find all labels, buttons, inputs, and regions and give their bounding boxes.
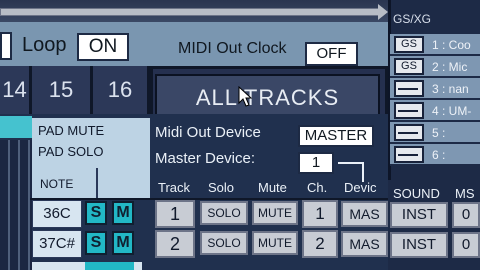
pad-divider: [96, 168, 98, 198]
mute-pad-button[interactable]: M: [112, 201, 134, 225]
dash-icon: [398, 110, 418, 112]
master-device-label: Master Device:: [155, 150, 256, 167]
gs-button[interactable]: GS: [394, 36, 424, 53]
pad-mute-label: PAD MUTE: [38, 123, 105, 138]
column-header-track: Track: [158, 180, 191, 195]
dash-icon: [398, 154, 418, 156]
gsxg-device-label: 3 : nan: [432, 82, 469, 96]
column-header-device: Devic: [344, 180, 377, 195]
midi-out-clock-label: MIDI Out Clock: [178, 40, 287, 57]
track-mute-button[interactable]: MUTE: [252, 201, 298, 225]
solo-pad-button[interactable]: S: [85, 201, 107, 225]
mute-pad-button[interactable]: M: [112, 231, 134, 255]
midi-out-device-label: Midi Out Device: [155, 124, 261, 141]
all-tracks-button[interactable]: ALL TRACKS: [155, 74, 380, 118]
note-cell[interactable]: 37C#: [32, 230, 82, 258]
song-position-bar[interactable]: [0, 8, 380, 16]
track-device-cell[interactable]: MAS: [341, 231, 388, 257]
midi-out-device-select[interactable]: MASTER: [298, 125, 374, 147]
device-connector-line: [338, 162, 364, 182]
gsxg-title: GS/XG: [393, 12, 432, 26]
track-mute-button[interactable]: MUTE: [252, 231, 298, 255]
gsxg-device-label: 6 :: [432, 148, 446, 162]
column-header-sound: SOUND: [393, 186, 440, 201]
track-number-16[interactable]: 16: [93, 66, 150, 114]
dash-icon: [398, 88, 418, 90]
master-device-select[interactable]: 1: [298, 152, 334, 174]
track-device-cell[interactable]: MAS: [341, 201, 388, 227]
column-header-ms: MS: [455, 186, 475, 201]
gsxg-device-label: 1 : Coo: [432, 38, 471, 52]
midi-out-clock-toggle[interactable]: OFF: [305, 42, 358, 66]
teal-indicator: [0, 116, 32, 138]
gs-button[interactable]: GS: [394, 58, 424, 75]
track-channel-cell[interactable]: 1: [302, 200, 338, 228]
sound-inst-cell[interactable]: INST: [390, 202, 448, 228]
loop-left-box[interactable]: [0, 32, 12, 60]
column-header-solo: Solo: [208, 180, 235, 195]
pad-solo-label: PAD SOLO: [38, 144, 104, 159]
loop-label: Loop: [22, 34, 67, 56]
note-cell[interactable]: 36C: [32, 200, 82, 228]
sound-ms-cell[interactable]: 0: [452, 202, 480, 228]
track-number-15[interactable]: 15: [32, 66, 93, 114]
column-header-channel: Ch.: [307, 180, 328, 195]
gsxg-device-label: 2 : Mic: [432, 60, 468, 74]
solo-pad-button[interactable]: S: [85, 231, 107, 255]
partial-row-teal: [85, 262, 134, 270]
dash-icon: [398, 132, 418, 134]
position-arrow-icon[interactable]: [378, 4, 388, 20]
column-header-mute: Mute: [258, 180, 287, 195]
mouse-pointer-icon: [238, 86, 253, 107]
gsxg-device-label: 4 : UM-: [432, 104, 472, 118]
loop-toggle-button[interactable]: ON: [77, 33, 129, 61]
track-channel-cell[interactable]: 2: [302, 230, 338, 258]
note-column-label: NOTE: [40, 177, 74, 191]
track-solo-button[interactable]: SOLO: [200, 231, 248, 255]
sound-ms-cell[interactable]: 0: [452, 232, 480, 258]
sound-inst-cell[interactable]: INST: [390, 232, 448, 258]
grid-lines: [0, 140, 32, 270]
gsxg-device-label: 5 :: [432, 126, 446, 140]
track-solo-button[interactable]: SOLO: [200, 201, 248, 225]
track-number-cell[interactable]: 1: [155, 200, 195, 228]
track-number-14[interactable]: 14: [0, 66, 32, 114]
track-number-cell[interactable]: 2: [155, 230, 195, 258]
